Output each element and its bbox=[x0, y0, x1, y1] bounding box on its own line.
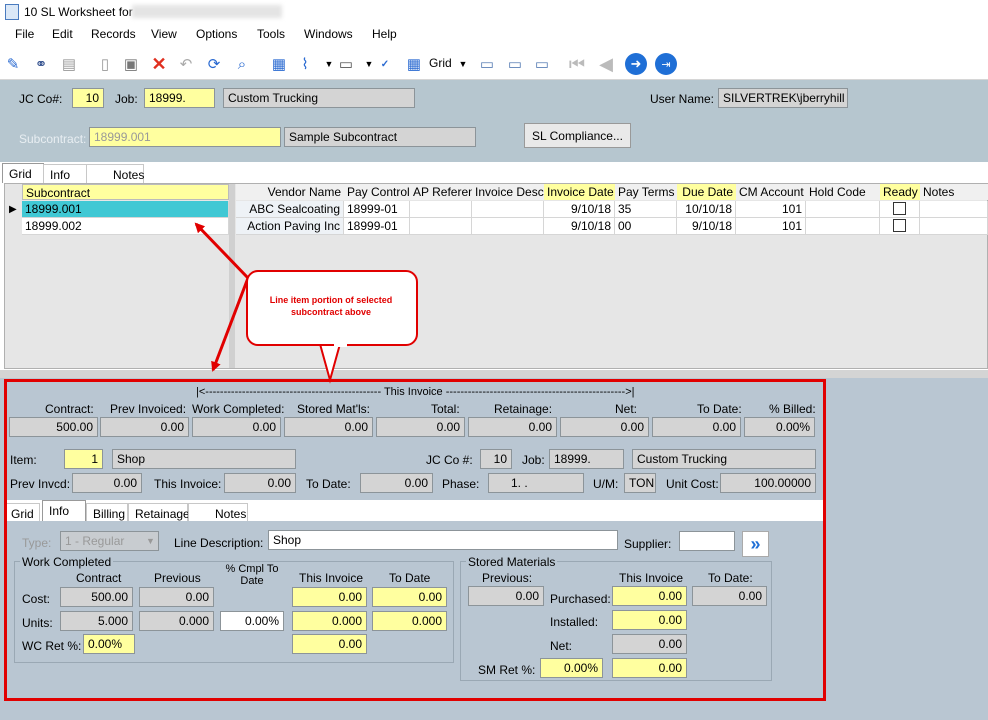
callout-pointer bbox=[319, 343, 341, 384]
callout-text: Line item portion of selected subcontrac… bbox=[269, 295, 393, 317]
arrow-to-subcontract bbox=[194, 222, 250, 280]
arrow-to-line-items bbox=[211, 277, 250, 372]
callout-pointer-mask bbox=[334, 343, 347, 347]
annotation-arrows bbox=[194, 222, 341, 384]
